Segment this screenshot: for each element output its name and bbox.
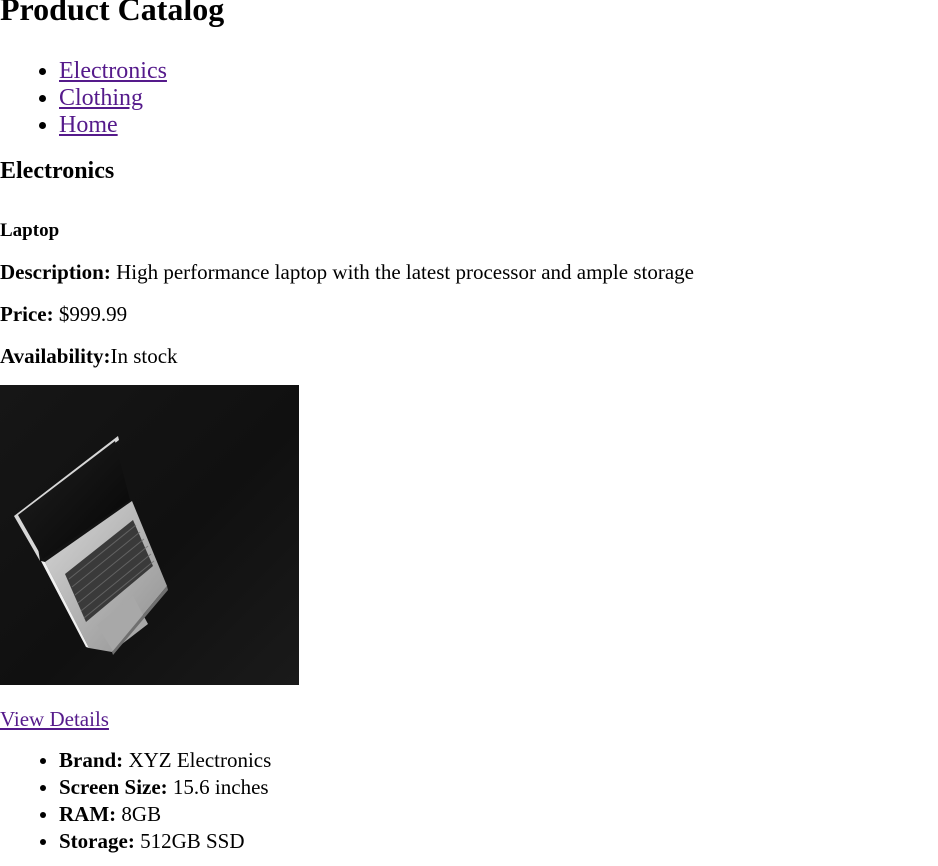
availability-label: Availability: [0,344,111,368]
product-name: Laptop [0,220,60,241]
spec-label-storage: Storage: [59,829,135,853]
spec-item-brand: Brand: XYZ Electronics [59,747,271,774]
spec-value-ram: 8GB [121,802,162,826]
price-label: Price: [0,302,54,326]
price-value: $999.99 [58,302,128,326]
spec-value-brand: XYZ Electronics [128,748,272,772]
page: Product Catalog Electronics Clothing Hom… [0,0,938,866]
spec-value-storage: 512GB SSD [140,829,245,853]
view-details-link[interactable]: View Details [0,705,109,733]
laptop-product-image [0,385,299,685]
nav-item-electronics: Electronics [59,58,167,85]
description-value: High performance laptop with the latest … [116,260,694,284]
section-title: Electronics [0,158,115,184]
nav-item-home: Home [59,112,167,139]
spec-label-ram: RAM: [59,802,117,826]
nav-link-clothing[interactable]: Clothing [59,85,143,111]
spec-item-screen-size: Screen Size: 15.6 inches [59,774,271,801]
product-availability: Availability:In stock [0,342,178,370]
product-specs-list: Brand: XYZ Electronics Screen Size: 15.6… [0,747,271,855]
spec-label-brand: Brand: [59,748,124,772]
product-price: Price: $999.99 [0,300,127,328]
page-title: Product Catalog [0,0,225,27]
nav-item-clothing: Clothing [59,85,167,112]
spec-value-screen-size: 15.6 inches [172,775,269,799]
nav-link-home[interactable]: Home [59,112,118,138]
availability-value: In stock [110,344,178,368]
description-label: Description: [0,260,111,284]
category-nav: Electronics Clothing Home [0,58,167,139]
spec-item-ram: RAM: 8GB [59,801,271,828]
product-description: Description: High performance laptop wit… [0,258,694,286]
spec-item-storage: Storage: 512GB SSD [59,828,271,855]
spec-label-screen-size: Screen Size: [59,775,168,799]
nav-link-electronics[interactable]: Electronics [59,58,167,84]
